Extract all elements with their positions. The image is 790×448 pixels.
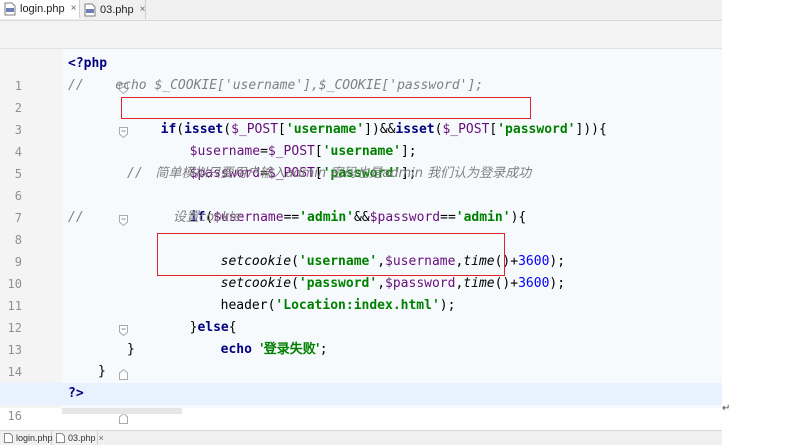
code-line[interactable]: 4 $username=$_POST['username']; [0,119,722,159]
code-line-current[interactable]: 16 ?> [0,383,722,424]
code-line[interactable]: 5 $password=$_POST['password']; [0,141,722,181]
close-icon[interactable]: × [99,433,104,443]
brace: } [127,342,135,357]
tab-strip: login.php × 03.php × [0,0,722,21]
php-file-icon [4,2,16,16]
bottom-tab-strip: login.php × 03.php × [0,430,722,445]
comment-text: 简单模拟只要用户输入admin 密码也是admin 我们认为登录成功 [143,166,532,181]
php-file-icon [84,3,96,17]
fold-open-icon[interactable] [56,58,128,95]
fold-open-icon[interactable] [56,300,128,337]
php-open-tag: <?php [68,56,108,71]
code-line[interactable]: 11 header('Location:index.html'); [0,273,722,313]
toolbar-area [0,21,722,49]
php-file-icon [4,433,13,443]
code-line[interactable]: 2 // echo $_COOKIE['username'],$_COOKIE[… [0,75,722,115]
code-line[interactable]: 12 }else{ [0,295,722,337]
tab-label: login.php [20,2,65,15]
code-line[interactable]: 13 echo '登录失败'; [0,317,722,357]
comment-marker: // [127,166,143,181]
code-line[interactable]: 14 } [0,339,722,380]
fold-close-icon[interactable] [56,388,128,424]
paragraph-mark: ↵ [722,403,731,414]
tab-03-php[interactable]: 03.php × [80,0,146,19]
tab-label: login.php [16,433,53,443]
tab-label: 03.php [100,3,134,16]
bottom-tab-login-php[interactable]: login.php × [0,431,61,445]
code-editor[interactable]: 1 <?php 2 // echo $_COOKIE['username'],$… [0,49,722,424]
tab-login-php[interactable]: login.php × [0,0,80,19]
close-icon[interactable]: × [140,4,146,15]
line-number: 16 [7,409,22,423]
code-line[interactable]: 8 // 设置cookie [0,207,722,247]
comment-text: echo $_COOKIE['username'],$_COOKIE['pass… [84,78,484,93]
fold-open-icon[interactable] [56,102,128,139]
comment-text: 设置cookie [173,210,242,225]
comment-marker: // [68,78,84,93]
php-file-icon [56,433,65,443]
fold-close-icon[interactable] [56,344,128,380]
comment-marker: // [68,210,84,225]
horizontal-scrollbar[interactable] [62,408,182,414]
tab-label: 03.php [68,433,96,443]
editor-window: login.php × 03.php × 1 <?php 2 // echo $… [0,0,790,448]
bottom-tab-03-php[interactable]: 03.php × [52,431,104,445]
php-close-tag: ?> [68,386,84,401]
code-line[interactable]: 1 <?php [0,53,722,95]
brace: } [98,364,106,379]
code-line[interactable]: 6 // 简单模拟只要用户输入admin 密码也是admin 我们认为登录成功 [0,163,722,203]
code-line[interactable]: 7 if($username=='admin'&&$password=='adm… [0,185,722,227]
fold-open-icon[interactable] [56,190,128,227]
fold-close-icon[interactable] [56,366,128,402]
highlight-box-isset [121,97,531,119]
highlight-box-setcookie [157,233,505,276]
code-line[interactable]: 15 } [0,361,722,402]
close-icon[interactable]: × [71,3,77,14]
